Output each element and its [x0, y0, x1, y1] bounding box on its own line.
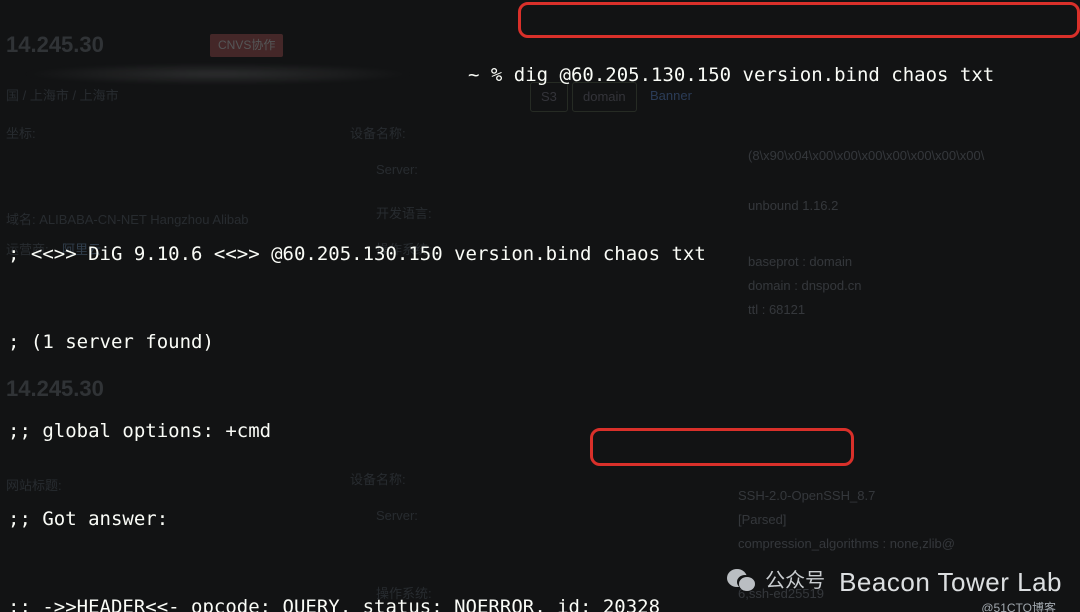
- terminal[interactable]: ~ % dig @60.205.130.150 version.bind cha…: [0, 0, 1080, 612]
- prompt-text: ~ % dig @60.205.130.150 version.bind cha…: [468, 61, 994, 90]
- prompt-line[interactable]: ~ % dig @60.205.130.150 version.bind cha…: [8, 59, 1072, 93]
- dig-server-found: ; (1 server found): [8, 328, 1072, 357]
- wechat-icon: [727, 569, 757, 595]
- dig-banner: ; <<>> DiG 9.10.6 <<>> @60.205.130.150 v…: [8, 240, 1072, 269]
- wechat-badge: 公众号: [727, 566, 825, 597]
- prompt-marker: ~ %: [468, 64, 502, 86]
- wechat-label: 公众号: [765, 566, 825, 597]
- brand-name: Beacon Tower Lab: [839, 562, 1062, 602]
- blank-1: [8, 152, 1072, 181]
- watermark: 公众号 Beacon Tower Lab @51CTO博客: [727, 562, 1062, 602]
- dig-got-answer: ;; Got answer:: [8, 505, 1072, 534]
- brand-sub: @51CTO博客: [981, 599, 1056, 612]
- redacted-hostname: [18, 63, 418, 85]
- prompt-command: dig @60.205.130.150 version.bind chaos t…: [514, 64, 994, 86]
- dig-global-options: ;; global options: +cmd: [8, 417, 1072, 446]
